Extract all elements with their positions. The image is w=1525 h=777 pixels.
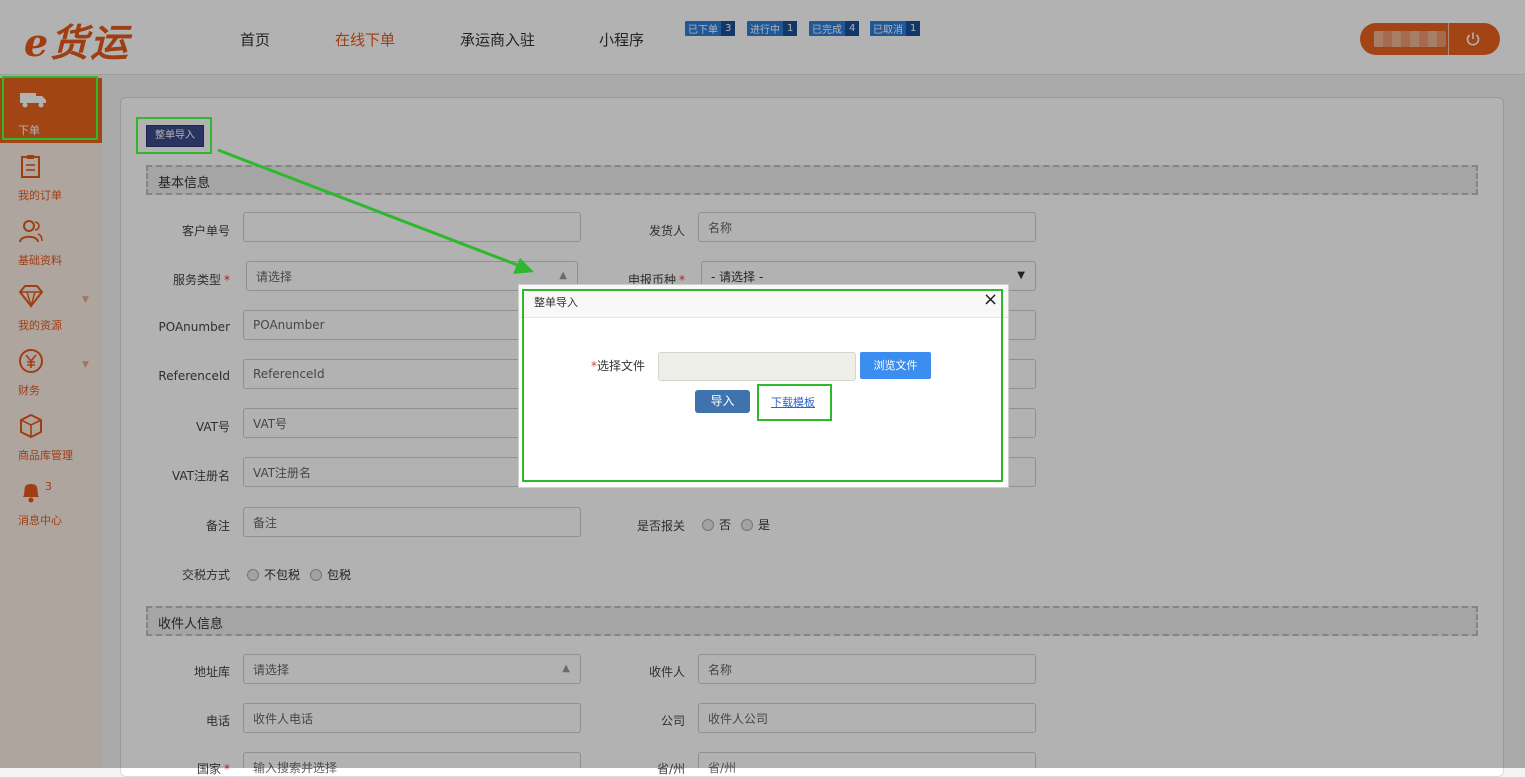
annotation-highlight-download — [757, 384, 832, 421]
